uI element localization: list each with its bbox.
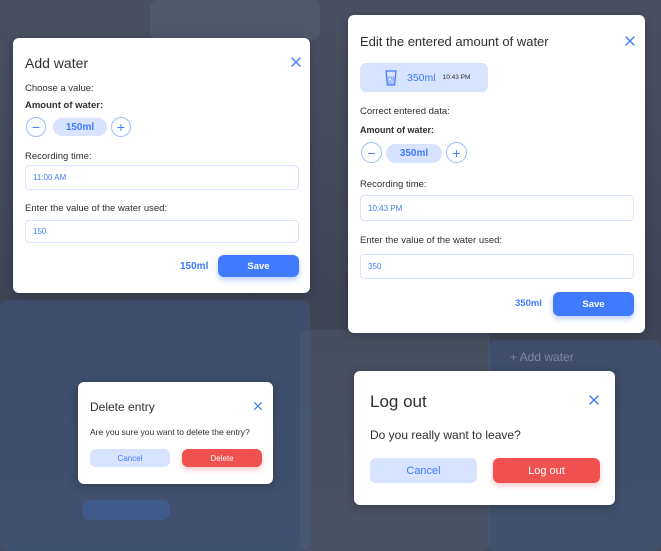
modal-title: Log out xyxy=(370,392,427,411)
add-water-modal: Add water Choose a value: Amount of wate… xyxy=(13,38,310,293)
water-used-input[interactable]: 150 xyxy=(25,220,299,243)
increase-amount-button[interactable]: + xyxy=(111,117,131,137)
plus-icon: + xyxy=(452,144,461,161)
background-panel xyxy=(150,0,320,40)
recording-time-field[interactable]: 10:43 PM xyxy=(360,195,634,221)
minus-icon: − xyxy=(31,119,41,135)
delete-message: Are you sure you want to delete the entr… xyxy=(90,427,250,437)
entry-time: 10:43 PM xyxy=(442,74,471,81)
total-amount: 150ml xyxy=(180,261,209,272)
delete-entry-modal: Delete entry Are you sure you want to de… xyxy=(78,382,273,484)
water-used-input[interactable]: 350 xyxy=(360,254,634,279)
increase-amount-button[interactable]: + xyxy=(446,142,467,163)
entry-amount: 350ml xyxy=(407,71,436,84)
close-icon[interactable] xyxy=(587,393,601,407)
log-out-button[interactable]: Log out xyxy=(493,458,600,483)
water-used-label: Enter the value of the water used: xyxy=(25,203,168,214)
decrease-amount-button[interactable]: − xyxy=(361,142,382,163)
water-used-label: Enter the value of the water used: xyxy=(360,235,503,246)
save-button[interactable]: Save xyxy=(553,292,634,316)
close-icon[interactable] xyxy=(252,400,264,412)
modal-title: Delete entry xyxy=(90,400,155,414)
entry-summary: 350ml 10:43 PM xyxy=(360,63,488,92)
close-icon[interactable] xyxy=(623,34,637,48)
decrease-amount-button[interactable]: − xyxy=(26,117,46,137)
recording-time-label: Recording time: xyxy=(25,151,92,162)
amount-value: 350ml xyxy=(386,144,442,163)
minus-icon: − xyxy=(367,144,376,161)
delete-button[interactable]: Delete xyxy=(182,449,262,467)
correct-data-label: Correct entered data: xyxy=(360,106,450,117)
amount-label: Amount of water: xyxy=(25,100,104,111)
modal-title: Edit the entered amount of water xyxy=(360,34,549,49)
recording-time-field[interactable]: 11:00 AM xyxy=(25,165,299,190)
amount-label: Amount of water: xyxy=(360,125,434,135)
cancel-button[interactable]: Cancel xyxy=(90,449,170,467)
log-out-message: Do you really want to leave? xyxy=(370,428,521,442)
recording-time-label: Recording time: xyxy=(360,179,427,190)
glass-icon xyxy=(385,69,397,86)
choose-value-label: Choose a value: xyxy=(25,83,94,94)
save-button[interactable]: Save xyxy=(218,255,299,277)
background-panel xyxy=(82,500,170,520)
cancel-button[interactable]: Cancel xyxy=(370,458,477,483)
log-out-modal: Log out Do you really want to leave? Can… xyxy=(354,371,615,505)
amount-value: 150ml xyxy=(53,118,107,136)
plus-icon: + xyxy=(116,119,126,135)
total-amount: 350ml xyxy=(515,298,542,309)
close-icon[interactable] xyxy=(289,55,303,69)
modal-title: Add water xyxy=(25,55,89,71)
edit-water-modal: Edit the entered amount of water 350ml 1… xyxy=(348,15,645,333)
background-add-water-link: + Add water xyxy=(510,350,574,364)
